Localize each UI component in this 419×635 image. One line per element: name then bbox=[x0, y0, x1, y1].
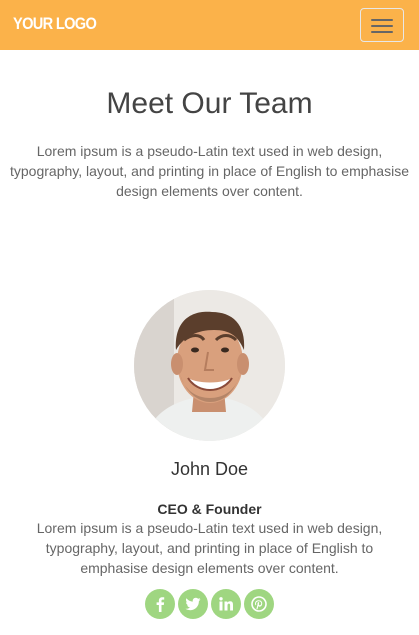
facebook-link[interactable] bbox=[145, 589, 175, 619]
facebook-icon bbox=[156, 597, 165, 612]
hamburger-menu-icon-bar bbox=[371, 31, 393, 33]
social-links bbox=[0, 589, 419, 619]
member-bio: Lorem ipsum is a pseudo-Latin text used … bbox=[36, 520, 383, 576]
smiling-man-portrait bbox=[134, 290, 285, 441]
twitter-link[interactable] bbox=[178, 589, 208, 619]
menu-toggle-button[interactable] bbox=[360, 8, 404, 42]
pinterest-icon bbox=[251, 596, 267, 612]
logo[interactable]: YOUR LOGO bbox=[13, 13, 97, 35]
page-title: Meet Our Team bbox=[106, 87, 313, 120]
member-role: CEO & Founder bbox=[157, 501, 262, 517]
member-photo bbox=[134, 290, 285, 441]
linkedin-link[interactable] bbox=[211, 589, 241, 619]
top-navbar: YOUR LOGO bbox=[0, 0, 419, 50]
pinterest-link[interactable] bbox=[244, 589, 274, 619]
hamburger-menu-icon-bar bbox=[371, 25, 393, 27]
intro-text: Lorem ipsum is a pseudo-Latin text used … bbox=[10, 143, 409, 199]
linkedin-icon bbox=[219, 597, 233, 611]
member-name: John Doe bbox=[170, 459, 249, 479]
hamburger-menu-icon bbox=[371, 19, 393, 21]
twitter-icon bbox=[185, 597, 201, 611]
